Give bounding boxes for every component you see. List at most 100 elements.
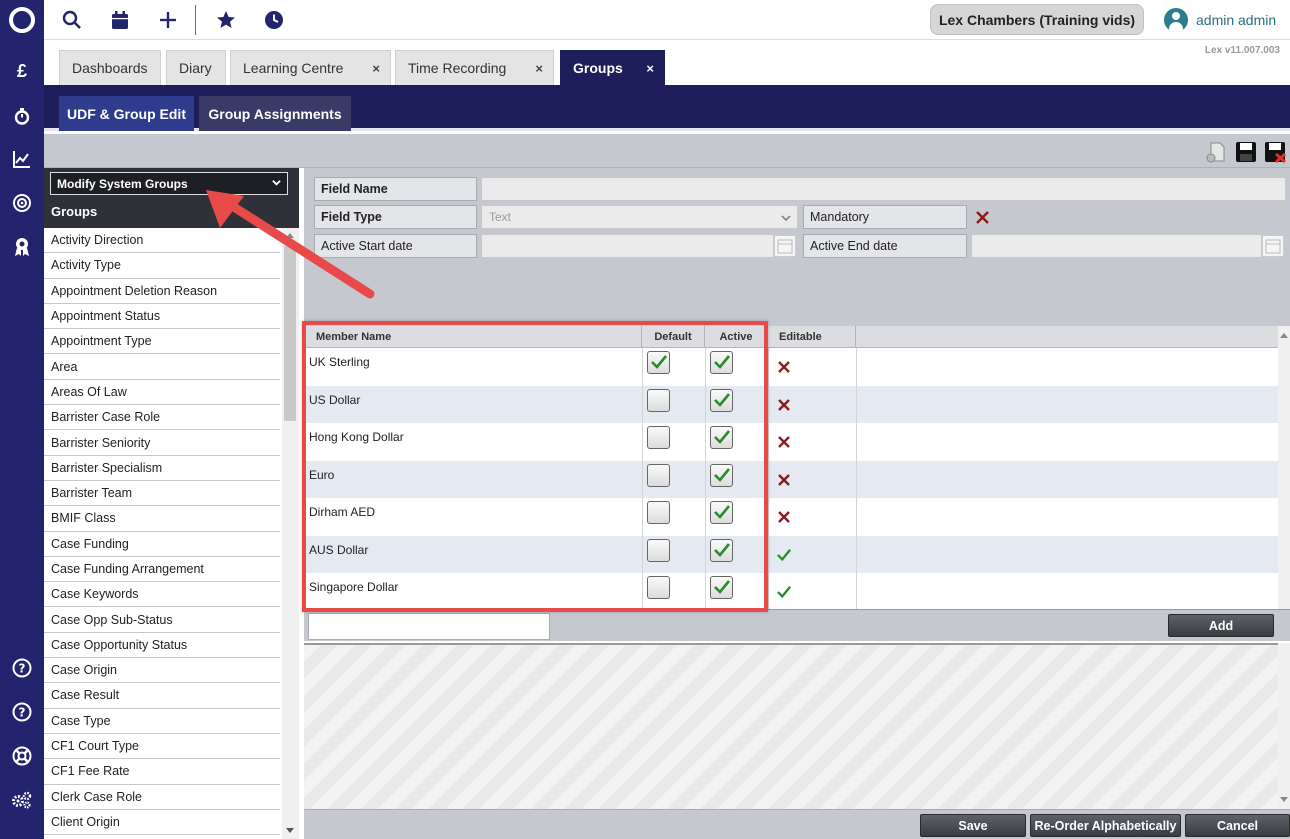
list-item[interactable]: Barrister Case Role xyxy=(44,405,280,431)
lifebuoy-icon[interactable] xyxy=(8,742,36,770)
active-checkbox[interactable] xyxy=(710,538,733,562)
list-item[interactable]: Case Funding xyxy=(44,531,280,557)
active-checkbox[interactable] xyxy=(710,388,733,412)
scroll-up-icon[interactable] xyxy=(286,233,294,238)
award-icon[interactable] xyxy=(8,233,36,261)
default-checkbox[interactable] xyxy=(647,426,670,449)
default-checkbox[interactable] xyxy=(647,538,670,562)
active-checkbox[interactable] xyxy=(710,576,733,599)
add-button[interactable]: Add xyxy=(1168,614,1274,637)
help-icon-secondary[interactable]: ? xyxy=(8,698,36,726)
lower-scrollbar[interactable] xyxy=(1278,643,1290,809)
field-name-input[interactable] xyxy=(481,177,1286,201)
list-item[interactable]: Barrister Seniority xyxy=(44,430,280,456)
close-icon[interactable]: × xyxy=(535,61,543,76)
settings-gears-icon[interactable] xyxy=(8,786,36,814)
default-checkbox[interactable] xyxy=(647,351,670,374)
active-checkbox[interactable] xyxy=(710,351,733,374)
save-icon[interactable] xyxy=(1235,141,1257,163)
col-active[interactable]: Active xyxy=(705,326,768,348)
tab-diary[interactable]: Diary xyxy=(166,50,226,85)
calendar-picker-icon[interactable] xyxy=(1262,235,1284,257)
close-icon[interactable]: × xyxy=(646,61,654,76)
subtab-udf-group-edit[interactable]: UDF & Group Edit xyxy=(59,96,194,131)
list-item[interactable]: Case Keywords xyxy=(44,582,280,608)
list-item[interactable]: Appointment Deletion Reason xyxy=(44,278,280,304)
table-row[interactable]: Dirham AED xyxy=(304,498,1278,536)
active-end-input[interactable] xyxy=(971,234,1262,258)
active-checkbox[interactable] xyxy=(710,426,733,449)
table-row[interactable]: UK Sterling xyxy=(304,348,1278,386)
col-default[interactable]: Default xyxy=(642,326,705,348)
list-item[interactable]: Barrister Team xyxy=(44,480,280,507)
grid-scrollbar[interactable] xyxy=(1278,326,1290,609)
stopwatch-icon[interactable] xyxy=(8,102,36,130)
save-button[interactable]: Save xyxy=(920,814,1026,837)
group-type-select[interactable]: Modify System Groups xyxy=(50,172,288,195)
table-row[interactable]: Hong Kong Dollar xyxy=(304,423,1278,461)
new-member-input[interactable] xyxy=(308,613,550,640)
list-item[interactable]: Appointment Status xyxy=(44,303,280,330)
scroll-down-icon[interactable] xyxy=(1280,797,1288,802)
chart-icon[interactable] xyxy=(8,145,36,173)
search-icon[interactable] xyxy=(58,6,86,34)
add-icon[interactable] xyxy=(154,6,182,34)
mandatory-cross-icon[interactable] xyxy=(976,211,989,224)
app-logo[interactable] xyxy=(9,7,35,33)
list-item[interactable]: Case Result xyxy=(44,683,280,709)
list-item[interactable]: Appointment Type xyxy=(44,329,280,355)
tab-groups[interactable]: Groups × xyxy=(560,50,665,85)
cancel-button[interactable]: Cancel xyxy=(1185,814,1290,837)
table-row[interactable]: Singapore Dollar xyxy=(304,573,1278,611)
col-member-name[interactable]: Member Name xyxy=(304,326,642,348)
list-item[interactable]: Case Origin xyxy=(44,658,280,684)
scroll-down-icon[interactable] xyxy=(286,828,294,833)
star-icon[interactable] xyxy=(212,6,240,34)
list-item[interactable]: Clerk Case Role xyxy=(44,784,280,810)
groups-scrollbar[interactable] xyxy=(282,228,299,839)
chambers-selector-button[interactable]: Lex Chambers (Training vids) xyxy=(930,4,1144,35)
active-checkbox[interactable] xyxy=(710,501,733,524)
list-item[interactable]: Case Opp Sub-Status xyxy=(44,607,280,633)
default-checkbox[interactable] xyxy=(647,463,670,487)
close-icon[interactable]: × xyxy=(372,61,380,76)
target-icon[interactable] xyxy=(8,189,36,217)
default-checkbox[interactable] xyxy=(647,576,670,599)
new-document-icon[interactable] xyxy=(1205,141,1227,163)
default-checkbox[interactable] xyxy=(647,501,670,524)
table-row[interactable]: Euro xyxy=(304,460,1278,498)
list-item[interactable]: Activity Direction xyxy=(44,228,280,254)
save-close-icon[interactable] xyxy=(1264,141,1286,163)
col-editable[interactable]: Editable xyxy=(768,326,856,348)
clock-icon[interactable] xyxy=(260,6,288,34)
tab-learning-centre[interactable]: Learning Centre × xyxy=(230,50,391,85)
active-start-input[interactable] xyxy=(481,234,774,258)
list-item[interactable]: Case Type xyxy=(44,708,280,734)
list-item[interactable]: CF1 Court Type xyxy=(44,733,280,760)
list-item[interactable]: Area xyxy=(44,354,280,380)
list-item[interactable]: Case Funding Arrangement xyxy=(44,556,280,583)
calendar-picker-icon[interactable] xyxy=(774,235,796,257)
reorder-alphabetically-button[interactable]: Re-Order Alphabetically xyxy=(1030,814,1181,837)
calendar-icon[interactable] xyxy=(106,6,134,34)
list-item[interactable]: Activity Type xyxy=(44,253,280,279)
active-checkbox[interactable] xyxy=(710,463,733,487)
list-item[interactable]: Areas Of Law xyxy=(44,379,280,406)
scroll-up-icon[interactable] xyxy=(1280,333,1288,338)
list-item[interactable]: CF1 Fee Rate xyxy=(44,759,280,785)
list-item[interactable]: Barrister Specialism xyxy=(44,455,280,481)
table-row[interactable]: AUS Dollar xyxy=(304,535,1278,573)
tab-time-recording[interactable]: Time Recording × xyxy=(395,50,554,85)
table-row[interactable]: US Dollar xyxy=(304,385,1278,423)
tab-dashboards[interactable]: Dashboards xyxy=(59,50,161,85)
field-type-select[interactable]: Text xyxy=(481,205,798,229)
subtab-group-assignments[interactable]: Group Assignments xyxy=(199,96,351,131)
user-menu[interactable]: admin admin xyxy=(1164,7,1276,33)
scroll-thumb[interactable] xyxy=(284,246,296,421)
list-item[interactable]: Client Origin xyxy=(44,809,280,836)
list-item[interactable]: Case Opportunity Status xyxy=(44,632,280,659)
pound-icon[interactable]: £ xyxy=(8,57,36,85)
help-icon[interactable]: ? xyxy=(8,654,36,682)
list-item[interactable]: BMIF Class xyxy=(44,506,280,532)
default-checkbox[interactable] xyxy=(647,388,670,412)
